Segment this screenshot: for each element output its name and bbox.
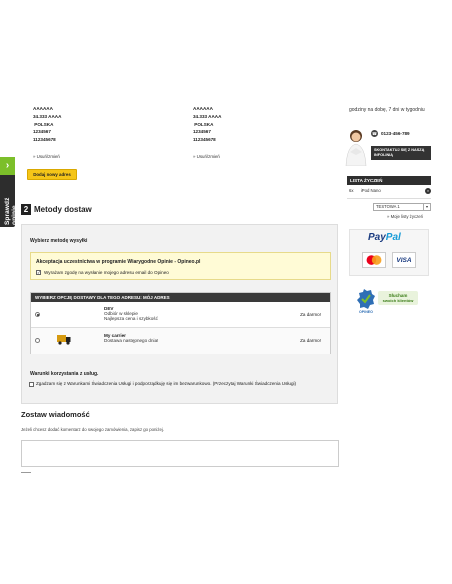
opineo-badge-logo[interactable]: Słucham swoich klientów OPINEO [357,286,421,314]
svg-text:OPINEO: OPINEO [359,310,373,314]
consent-label: Wyrażam zgodę na wysłanie mojego adresu … [44,270,169,275]
shipping-panel: Wybierz metodę wysyłki Akceptacja uczest… [21,224,338,404]
address-country: POLSKA [193,121,214,127]
delivery-desc-2: Najlepsza cena i szybkość [104,316,158,321]
remove-icon[interactable]: × [425,188,431,194]
address-left: AAAAAA 34.333 AAAA POLSKA 1234567 112345… [33,105,61,144]
delivery-radio[interactable] [35,312,40,317]
opineo-reviews-tab[interactable]: › Sprawdź opinie [0,157,18,227]
step-number: 2 [21,203,31,215]
chevron-down-icon: ▾ [423,204,430,210]
delivery-price: Za darmo! [300,338,321,343]
address-city: 34.333 AAAA [33,113,62,119]
message-subtitle: Jeżeli chcesz dodać komentarz do swojego… [21,427,165,432]
address-phone: 1234567 [193,129,211,135]
hours-text: godziny na dobę, 7 dni w tygodniu [349,107,425,113]
address-country: POLSKA [33,121,54,127]
delivery-desc: Dostawa następnego dnia! [104,338,159,343]
consultant-avatar [345,130,367,166]
shipping-section-title: 2 Metody dostaw [21,203,92,215]
wishlist-divider [347,198,431,199]
edit-address-link-right[interactable]: » Usuń/zmień [193,154,220,159]
svg-text:swoich klientów: swoich klientów [383,298,415,303]
address-name: AAAAAA [33,106,53,111]
consent-checkbox[interactable]: ✓ [36,270,41,275]
chevron-right-icon: › [0,157,15,175]
phone-number: 0123-456-789 [381,131,410,136]
contact-helpline-button[interactable]: SKONTAKTUJ SIĘ Z NASZĄ INFOLINIĄ [371,146,431,160]
wishlist-item: 6x iPod Nano × [349,188,431,194]
message-title: Zostaw wiadomość [21,410,90,419]
address-city: 34.333 AAAA [193,113,222,119]
terms-title: Warunki korzystania z usług. [30,371,99,377]
opineo-tab-label: Sprawdź opinie [4,197,18,225]
address-nip: 112345678 [33,137,56,143]
section-heading: Metody dostaw [34,204,92,214]
edit-address-link-left[interactable]: » Usuń/zmień [33,154,60,159]
wishlist-qty: 6x [349,188,354,193]
wishlist-product-link[interactable]: iPod Nano [361,188,381,193]
my-wishlists-link[interactable]: » Moje listy życzeń [387,214,423,219]
message-textarea[interactable] [21,440,339,467]
payment-logos: PayPal VISA [349,229,429,276]
delivery-option-row[interactable]: DEV Odbiór w sklepie Najlepsza cena i sz… [31,302,330,327]
address-nip: 112345678 [193,137,216,143]
mastercard-logo [362,252,386,268]
divider [21,472,31,473]
delivery-option-row[interactable]: My carrier Dostawa następnego dnia! Za d… [31,327,330,354]
address-phone: 1234567 [33,129,51,135]
opineo-consent-box: Akceptacja uczestnictwa w programie Wiar… [30,252,331,280]
wishlist-title: LISTA ŻYCZEŃ [347,176,431,185]
delivery-price: Za darmo! [300,312,321,317]
visa-logo: VISA [392,252,416,268]
phone-icon: ☎ [371,130,378,137]
wishlist-select-value: TESTOWA 1 [376,204,400,209]
terms-checkbox[interactable] [29,382,34,387]
delivery-options-table: WYBIERZ OPCJĘ DOSTAWY DLA TEGO ADRESU: M… [30,292,331,354]
terms-label[interactable]: Zgadzam się z Warunkami Świadczenia Usłu… [36,381,296,386]
paypal-logo: PayPal [368,232,401,243]
consent-title: Akceptacja uczestnictwa w programie Wiar… [36,259,201,265]
delivery-radio[interactable] [35,338,40,343]
add-address-button[interactable]: Dodaj nowy adres [27,169,77,180]
address-right: AAAAAA 34.333 AAAA POLSKA 1234567 112345… [193,105,221,144]
wishlist-select[interactable]: TESTOWA 1 ▾ [373,203,431,211]
address-name: AAAAAA [193,106,213,111]
choose-shipping-label: Wybierz metodę wysyłki [30,238,88,244]
truck-icon [57,335,71,345]
delivery-table-header: WYBIERZ OPCJĘ DOSTAWY DLA TEGO ADRESU: M… [31,293,330,302]
